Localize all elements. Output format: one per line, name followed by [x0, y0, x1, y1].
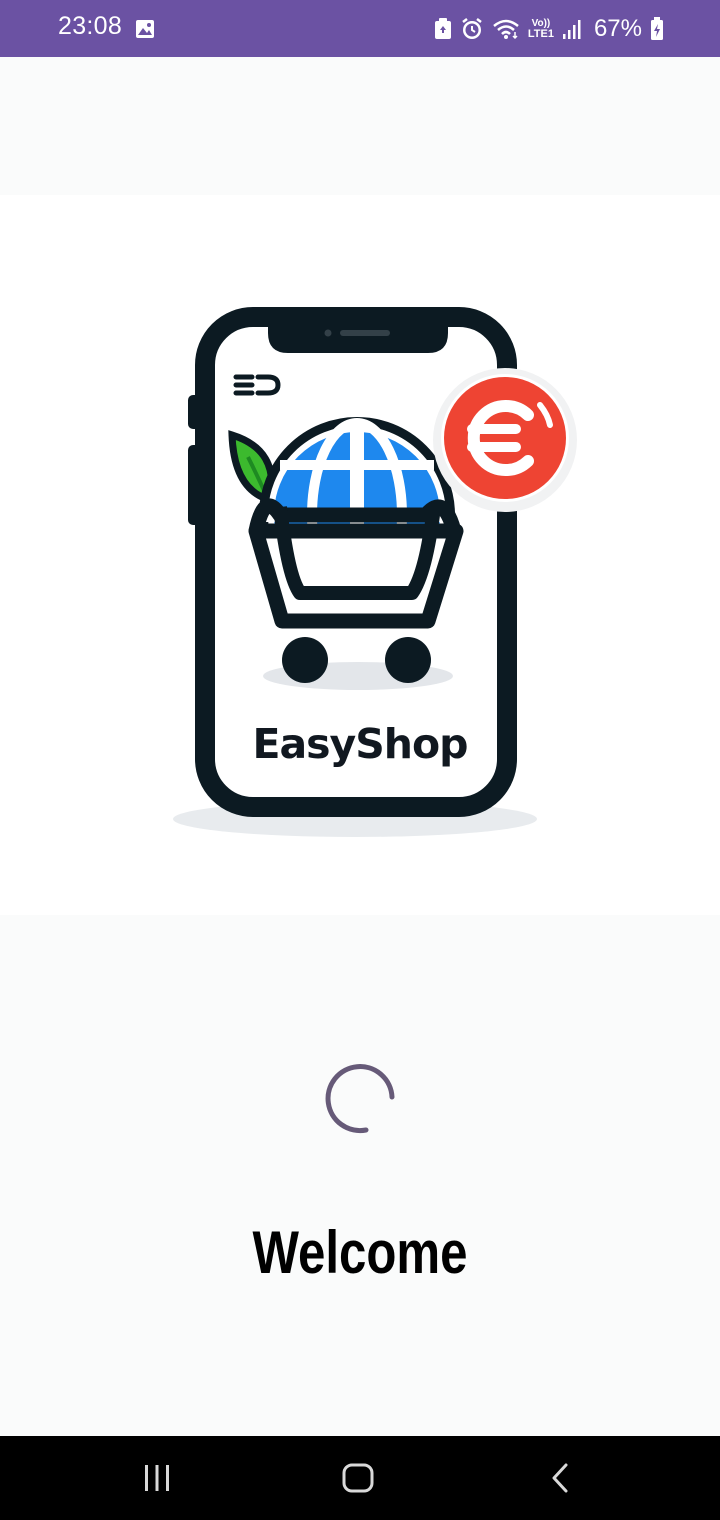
- navigation-bar: [0, 1436, 720, 1520]
- recent-apps-button[interactable]: [97, 1436, 217, 1520]
- cart-wheel: [385, 637, 431, 683]
- wifi-icon: [493, 19, 519, 40]
- home-button[interactable]: [298, 1436, 418, 1520]
- brand-name: EasyShop: [252, 720, 468, 768]
- welcome-heading: Welcome: [252, 1219, 468, 1286]
- battery-percent: 67%: [593, 15, 642, 42]
- recent-apps-icon: [145, 1465, 169, 1491]
- home-icon: [342, 1463, 374, 1493]
- back-icon: [552, 1463, 568, 1493]
- status-time: 23:08: [58, 12, 123, 40]
- alarm-icon: [462, 18, 482, 39]
- cart-wheel: [282, 637, 328, 683]
- status-bar: 23:08 Vo)) LTE1 67%: [0, 0, 720, 57]
- status-icons: Vo)) LTE1 67%: [434, 10, 664, 48]
- signal-icon: [562, 20, 581, 39]
- volte-icon: Vo)) LTE1: [527, 17, 554, 40]
- euro-badge-icon: [433, 368, 577, 512]
- loading-spinner: [325, 1064, 395, 1134]
- easyshop-logo-graphic: [173, 307, 577, 837]
- app-logo: EasyShop: [0, 195, 720, 915]
- battery-icon: [651, 17, 663, 40]
- gallery-icon: [136, 20, 154, 38]
- back-button[interactable]: [500, 1436, 620, 1520]
- recycle-icon: [434, 18, 451, 39]
- splash-screen: 23:08 Vo)) LTE1 67% EasyShop Welcome: [0, 0, 720, 1520]
